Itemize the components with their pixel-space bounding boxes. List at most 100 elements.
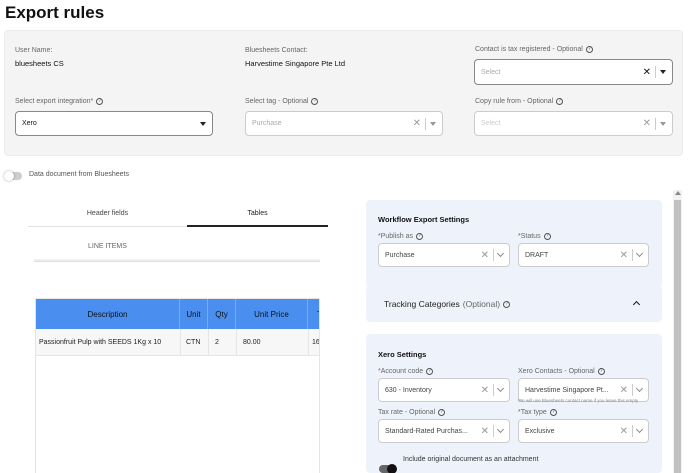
line-items-table: Description Unit Qty Unit Price T Passio…: [35, 298, 320, 473]
user-name-label: User Name:: [15, 47, 52, 54]
column-header-total[interactable]: T: [308, 299, 319, 329]
tax-type-value: Exclusive: [525, 427, 555, 435]
caret-down-icon[interactable]: [660, 70, 666, 74]
tax-rate-value: Standard-Rated Purchas...: [385, 427, 468, 435]
scrollbar-thumb[interactable]: [674, 200, 681, 473]
cell-qty: 2: [208, 329, 236, 356]
toggle-knob: [387, 464, 397, 473]
select-separator: [632, 384, 633, 396]
clear-icon[interactable]: ✕: [620, 250, 628, 261]
copy-rule-label: Copy rule from - Optional?: [475, 98, 564, 105]
tax-registered-label-text: Contact is tax registered - Optional: [475, 46, 583, 53]
publish-as-label-text: *Publish as: [378, 233, 414, 240]
publish-as-select[interactable]: Purchase ✕: [378, 243, 510, 267]
tag-label: Select tag - Optional?: [245, 98, 319, 105]
tag-select[interactable]: Purchase ✕: [245, 111, 443, 136]
help-icon[interactable]: ?: [438, 409, 446, 416]
export-integration-value: Xero: [22, 120, 37, 127]
help-icon[interactable]: ?: [543, 233, 551, 240]
tracking-title: Tracking Categories (Optional) ?: [384, 299, 511, 309]
table-row[interactable]: Passionfruit Pulp with SEEDS 1Kg x 10 CT…: [36, 329, 319, 356]
export-integration-select[interactable]: Xero: [15, 111, 213, 136]
clear-icon[interactable]: ✕: [643, 118, 651, 129]
caret-down-icon[interactable]: [660, 121, 666, 126]
data-document-toggle[interactable]: [4, 171, 22, 181]
chevron-down-icon[interactable]: [635, 249, 644, 258]
active-tab-indicator: [187, 225, 328, 227]
select-separator: [655, 117, 656, 130]
chevron-down-icon[interactable]: [496, 249, 505, 258]
clear-icon[interactable]: ✕: [413, 118, 421, 129]
chevron-down-icon[interactable]: [635, 384, 644, 393]
contact-value: Harvestime Singapore Pte Ltd: [245, 59, 346, 68]
copy-rule-label-text: Copy rule from - Optional: [475, 98, 554, 105]
status-value: DRAFT: [525, 251, 549, 259]
contact-label: Bluesheets Contact:: [245, 47, 308, 54]
caret-down-icon[interactable]: [430, 121, 436, 126]
data-document-label: Data document from Bluesheets: [29, 171, 129, 178]
help-icon[interactable]: ?: [311, 98, 319, 105]
select-separator: [425, 117, 426, 130]
cell-description: Passionfruit Pulp with SEEDS 1Kg x 10: [39, 339, 162, 346]
attachment-toggle[interactable]: [379, 464, 397, 473]
xero-contacts-value: Harvestime Singapore Pt...: [525, 386, 609, 394]
status-label: *Status?: [518, 233, 551, 240]
help-icon[interactable]: ?: [549, 409, 557, 416]
toggle-knob: [4, 171, 14, 181]
column-header-qty[interactable]: Qty: [208, 299, 236, 329]
subtab-line-items[interactable]: LINE ITEMS: [88, 243, 127, 250]
scroll-up-arrow-icon[interactable]: [675, 191, 681, 195]
clear-icon[interactable]: ✕: [481, 426, 489, 437]
account-code-select[interactable]: 630 - Inventory ✕: [378, 378, 510, 402]
column-header-text: Description: [87, 309, 128, 319]
help-icon[interactable]: ?: [503, 300, 511, 308]
tab-tables[interactable]: Tables: [188, 210, 327, 217]
clear-icon[interactable]: ✕: [620, 385, 628, 396]
account-code-value: 630 - Inventory: [385, 386, 432, 394]
attachment-label: Include original document as an attachme…: [403, 456, 539, 463]
column-header-text: Unit Price: [254, 309, 289, 319]
status-select[interactable]: DRAFT ✕: [518, 243, 649, 267]
xero-settings-title: Xero Settings: [378, 350, 427, 359]
xero-contacts-label: Xero Contacts - Optional?: [518, 368, 605, 375]
tag-placeholder: Purchase: [252, 120, 282, 127]
chevron-down-icon[interactable]: [496, 425, 505, 434]
tax-type-label-text: *Tax type: [518, 409, 547, 416]
select-separator: [493, 249, 494, 261]
caret-down-icon[interactable]: [200, 121, 206, 126]
help-icon[interactable]: ?: [597, 368, 605, 375]
export-integration-label: Select export integration*?: [15, 98, 104, 105]
clear-icon[interactable]: ✕: [620, 426, 628, 437]
column-header-unit[interactable]: Unit: [180, 299, 208, 329]
tracking-optional-text: (Optional): [462, 299, 501, 309]
tab-header-fields[interactable]: Header fields: [28, 210, 187, 217]
tracking-title-text: Tracking Categories: [384, 299, 460, 309]
select-separator: [632, 249, 633, 261]
tag-label-text: Select tag - Optional: [245, 98, 309, 105]
select-separator: [493, 425, 494, 437]
help-icon[interactable]: ?: [585, 46, 593, 53]
export-integration-label-text: Select export integration*: [15, 98, 94, 105]
copy-rule-select[interactable]: Select ✕: [474, 111, 673, 136]
help-icon[interactable]: ?: [96, 98, 104, 105]
tax-rate-select[interactable]: Standard-Rated Purchas... ✕: [378, 419, 510, 443]
tax-registered-select[interactable]: Select ✕: [474, 59, 673, 85]
column-header-text: Unit: [186, 309, 201, 319]
clear-icon[interactable]: ✕: [481, 385, 489, 396]
publish-as-label: *Publish as?: [378, 233, 424, 240]
clear-icon[interactable]: ✕: [481, 250, 489, 261]
workflow-title: Workflow Export Settings: [378, 215, 470, 224]
chevron-down-icon[interactable]: [496, 384, 505, 393]
select-separator: [632, 425, 633, 437]
clear-icon[interactable]: ✕: [643, 67, 651, 78]
column-header-text: Qty: [215, 309, 228, 319]
column-header-description[interactable]: Description: [36, 299, 180, 329]
column-header-unit-price[interactable]: Unit Price: [236, 299, 308, 329]
account-code-label-text: *Account code: [378, 368, 424, 375]
help-icon[interactable]: ?: [416, 233, 424, 240]
help-icon[interactable]: ?: [556, 98, 564, 105]
help-icon[interactable]: ?: [426, 368, 434, 375]
chevron-down-icon[interactable]: [635, 425, 644, 434]
select-separator: [655, 66, 656, 78]
tax-type-select[interactable]: Exclusive ✕: [518, 419, 649, 443]
